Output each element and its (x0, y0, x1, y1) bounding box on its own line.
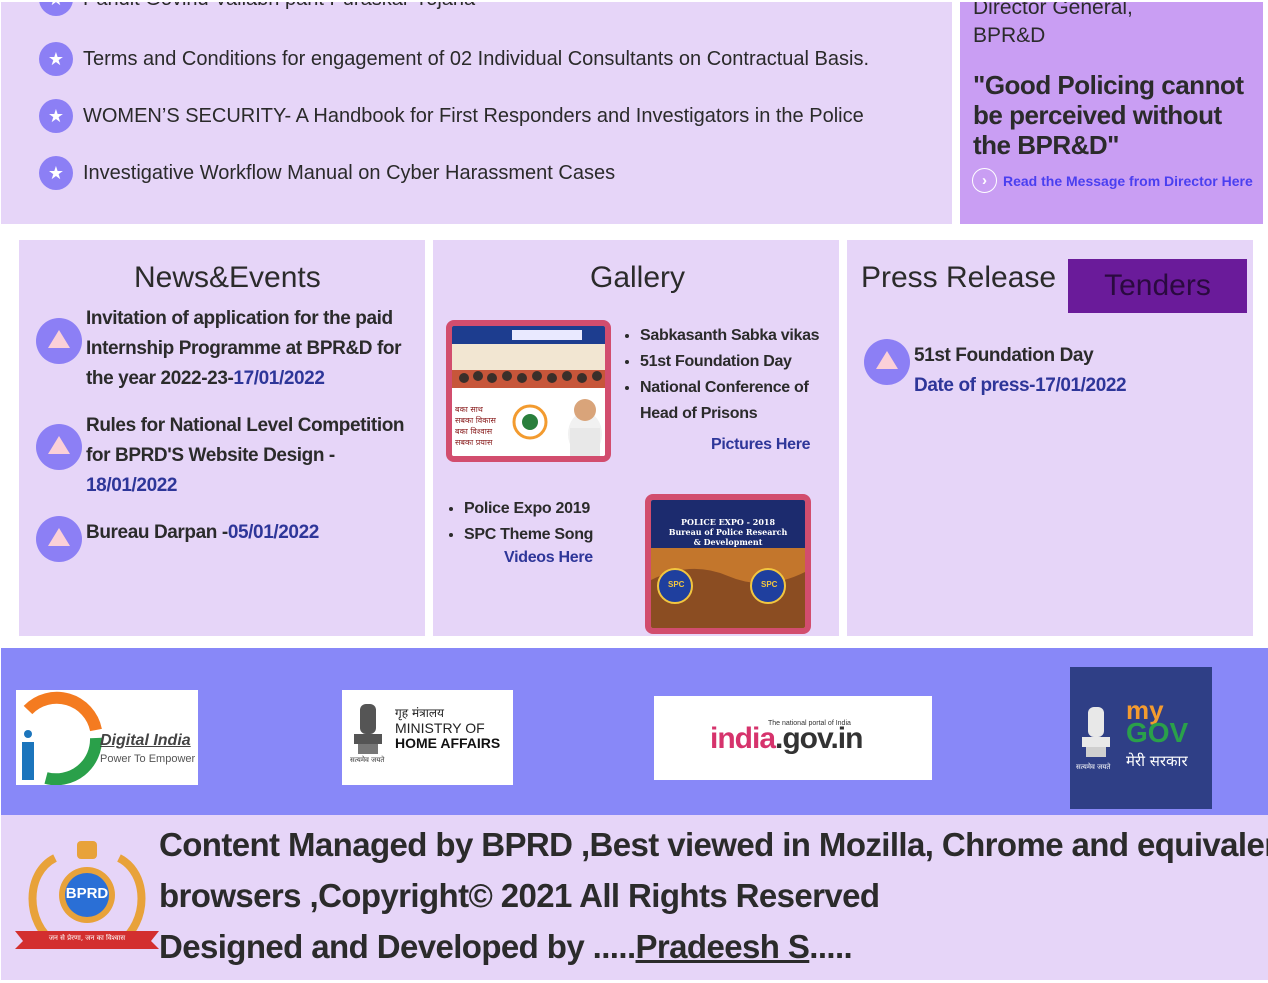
announcement-item[interactable]: ★ WOMEN’S SECURITY- A Handbook for First… (39, 99, 864, 133)
photo-list: Sabkasanth Sabka vikas 51st Foundation D… (622, 323, 832, 427)
announcement-item[interactable]: ★ Investigative Workflow Manual on Cyber… (39, 156, 615, 190)
list-item[interactable]: Sabkasanth Sabka vikas (640, 323, 832, 349)
bprd-emblem-text: BPRD (65, 885, 109, 902)
digital-india-mark-icon (22, 691, 102, 785)
news-item-date[interactable]: 18/01/2022 (86, 475, 177, 496)
photo-slogan: बका साथ सबका विकास बका विश्वास सबका प्रय… (455, 405, 496, 447)
star-icon: ★ (39, 156, 73, 190)
triangle-icon (36, 424, 82, 470)
announcement-link[interactable]: WOMEN’S SECURITY- A Handbook for First R… (83, 105, 864, 128)
bprd-emblem: BPRD जन से प्रेरणा, जन का विश्वास (15, 833, 159, 963)
gallery-photo-thumbnail[interactable]: बका साथ सबका विकास बका विश्वास सबका प्रय… (446, 320, 611, 462)
news-item-text[interactable]: Bureau Darpan - (86, 522, 228, 543)
footer-line-3: Designed and Developed by .....Pradeesh … (159, 928, 853, 966)
news-title: News&Events (134, 261, 321, 294)
press-date: 17/01/2022 (1035, 375, 1127, 396)
news-item-date[interactable]: 05/01/2022 (228, 522, 319, 543)
announcements-panel: ★ Pandit Govind Vallabh pant Puraskar Yo… (1, 2, 952, 224)
spc-badge-icon: SPC (761, 580, 778, 589)
press-item-title[interactable]: 51st Foundation Day (914, 341, 1244, 371)
mha-motto: सत्यमेव जयते (350, 756, 385, 764)
list-item[interactable]: 51st Foundation Day (640, 349, 832, 375)
triangle-icon (36, 318, 82, 364)
chevron-right-icon: › (972, 168, 997, 193)
mha-line2: HOME AFFAIRS (395, 735, 501, 751)
news-item[interactable]: Rules for National Level Competition for… (86, 411, 406, 501)
mygov-motto: सत्यमेव जयते (1076, 763, 1111, 771)
partner-logos-band: Digital India Power To Empower सत्यमेव ज… (1, 648, 1268, 815)
list-item[interactable]: SPC Theme Song (464, 522, 593, 548)
press-release-section: Press Release Tenders 51st Foundation Da… (847, 240, 1253, 636)
director-message-link[interactable]: › Read the Message from Director Here (972, 168, 1253, 193)
announcement-link[interactable]: Terms and Conditions for engagement of 0… (83, 48, 869, 71)
announcement-link[interactable]: Investigative Workflow Manual on Cyber H… (83, 162, 615, 185)
developer-link[interactable]: Pradeesh S (636, 928, 810, 965)
triangle-icon (864, 339, 910, 385)
spc-badge-icon: SPC (668, 580, 685, 589)
press-release-tab[interactable]: Press Release (861, 261, 1056, 295)
director-message-label[interactable]: Read the Message from Director Here (1003, 173, 1253, 189)
mha-hindi: गृह मंत्रालय (395, 706, 444, 720)
tenders-tab[interactable]: Tenders (1068, 259, 1247, 313)
news-item[interactable]: Invitation of application for the paid I… (86, 304, 416, 394)
announcement-item[interactable]: ★ Terms and Conditions for engagement of… (39, 42, 869, 76)
mygov-hindi: मेरी सरकार (1126, 752, 1188, 770)
mha-line1: MINISTRY OF (395, 720, 485, 736)
digital-india-name: Digital India (100, 732, 191, 749)
digital-india-logo[interactable]: Digital India Power To Empower (16, 690, 198, 785)
press-item[interactable]: 51st Foundation Day Date of press-17/01/… (914, 341, 1244, 401)
news-item-text[interactable]: Rules for National Level Competition for… (86, 415, 405, 466)
list-item[interactable]: National Conference of Head of Prisons (640, 375, 832, 427)
mygov-gov: GOV (1126, 717, 1189, 748)
director-org: BPR&D (973, 24, 1046, 47)
star-icon: ★ (39, 42, 73, 76)
news-events-section: News&Events Invitation of application fo… (19, 240, 425, 636)
gallery-title: Gallery (590, 261, 686, 294)
videos-link[interactable]: Videos Here (504, 549, 593, 567)
expo-thumb-title: POLICE EXPO - 2018 Bureau of Police Rese… (668, 517, 788, 547)
india-gov-wordmark: india.gov.in (710, 722, 863, 755)
triangle-icon (36, 516, 82, 562)
announcement-link[interactable]: Pandit Govind Vallabh pant Puraskar Yoja… (83, 2, 475, 11)
footer-credit-prefix: Designed and Developed by ..... (159, 928, 636, 965)
national-emblem-icon (1082, 707, 1110, 757)
national-emblem-icon (354, 704, 382, 754)
video-thumbnail[interactable]: POLICE EXPO - 2018 Bureau of Police Rese… (645, 494, 811, 634)
director-panel: Director General, BPR&D "Good Policing c… (960, 2, 1263, 224)
star-icon: ★ (39, 2, 73, 16)
footer-line-2: browsers ,Copyright© 2021 All Rights Res… (159, 877, 880, 914)
press-date-prefix: Date of press- (914, 375, 1036, 396)
news-item[interactable]: Bureau Darpan -05/01/2022 (86, 518, 416, 548)
video-list: Police Expo 2019 SPC Theme Song (446, 496, 593, 548)
footer-line-1: Content Managed by BPRD ,Best viewed in … (159, 826, 1268, 863)
announcement-item[interactable]: ★ Pandit Govind Vallabh pant Puraskar Yo… (39, 2, 475, 16)
list-item[interactable]: Police Expo 2019 (464, 496, 593, 522)
mha-logo[interactable]: सत्यमेव जयते गृह मंत्रालय MINISTRY OF HO… (342, 690, 513, 785)
star-icon: ★ (39, 99, 73, 133)
pictures-link[interactable]: Pictures Here (711, 436, 811, 454)
director-role: Director General, (973, 2, 1133, 19)
india-gov-logo[interactable]: The national portal of India india.gov.i… (654, 696, 932, 780)
bprd-ribbon-text: जन से प्रेरणा, जन का विश्वास (48, 934, 126, 942)
footer-credit-suffix: ..... (809, 928, 853, 965)
news-item-date[interactable]: 17/01/2022 (233, 368, 324, 389)
footer: BPRD जन से प्रेरणा, जन का विश्वास Conten… (1, 815, 1268, 980)
mygov-logo[interactable]: सत्यमेव जयते my GOV मेरी सरकार (1070, 667, 1212, 809)
gallery-section: Gallery बका साथ सबका विकास बका विश्वास स… (433, 240, 839, 636)
digital-india-tagline: Power To Empower (100, 753, 196, 765)
director-quote: "Good Policing cannot be perceived witho… (973, 70, 1244, 160)
